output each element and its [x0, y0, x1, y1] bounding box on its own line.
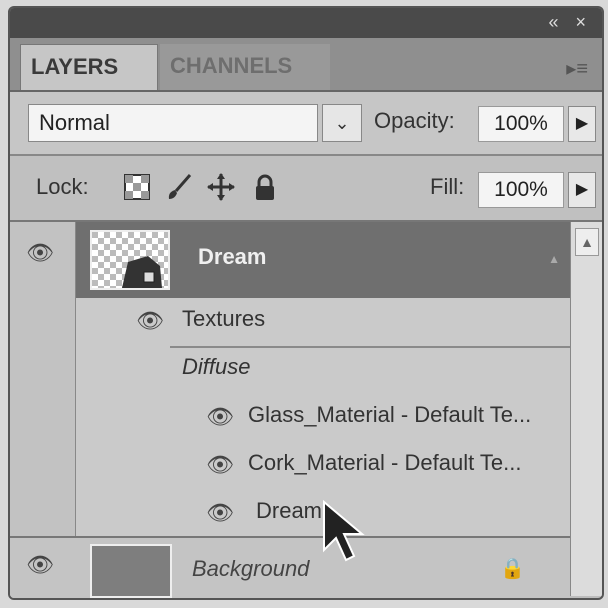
scrollbar[interactable]: ▲ — [570, 222, 602, 596]
eye-icon[interactable]: 👁 — [206, 452, 234, 478]
layer-thumbnail — [90, 544, 172, 598]
fill-arrow-button[interactable]: ▶ — [568, 172, 596, 208]
eye-icon[interactable]: 👁 — [206, 500, 234, 526]
lock-transparent-icon[interactable] — [122, 172, 152, 202]
opacity-arrow-button[interactable]: ▶ — [568, 106, 596, 142]
lock-icon: 🔒 — [500, 558, 525, 580]
eye-icon[interactable]: 👁 — [136, 308, 164, 334]
texture-item[interactable]: Dream — [256, 498, 322, 524]
scroll-up-icon[interactable]: ▲ — [575, 228, 599, 256]
cursor-icon — [323, 500, 365, 562]
tab-channels[interactable]: CHANNELS — [160, 44, 330, 90]
layer-row-background[interactable]: 👁 Background 🔒 — [10, 536, 570, 598]
layers-panel: « × LAYERS CHANNELS ▸≡ Normal ⌄ Opacity:… — [8, 6, 604, 600]
divider — [170, 346, 570, 348]
blend-mode-select[interactable]: Normal — [28, 104, 318, 142]
layer-thumbnail — [90, 230, 170, 290]
expand-icon[interactable]: ▲ — [548, 252, 560, 266]
lock-all-icon[interactable] — [250, 172, 280, 202]
layer-name-dream: Dream — [198, 244, 267, 269]
lock-label: Lock: — [36, 174, 89, 199]
eye-icon[interactable]: 👁 — [206, 404, 234, 430]
texture-item[interactable]: Glass_Material - Default Te... — [248, 402, 531, 428]
lock-brush-icon[interactable] — [164, 172, 194, 202]
opacity-field[interactable]: 100% — [478, 106, 564, 142]
lock-move-icon[interactable] — [206, 172, 236, 202]
collapse-icon[interactable]: « — [548, 12, 564, 32]
blend-row: Normal ⌄ Opacity: 100% ▶ — [10, 92, 602, 156]
visibility-column: 👁 — [10, 222, 76, 536]
chevron-down-icon[interactable]: ⌄ — [322, 104, 362, 142]
fill-label: Fill: — [430, 174, 465, 199]
lock-row: Lock: Fill: 100% ▶ — [10, 156, 602, 222]
diffuse-label: Diffuse — [182, 354, 251, 379]
opacity-label: Opacity: — [374, 108, 455, 133]
panel-titlebar: « × — [10, 8, 602, 38]
tabs-row: LAYERS CHANNELS ▸≡ — [10, 38, 602, 92]
close-icon[interactable]: × — [575, 12, 592, 32]
textures-label: Textures — [182, 306, 266, 331]
layers-list: 👁 Dream ▲ 👁 Textures Diffuse 👁 Glass_Mat… — [10, 222, 570, 598]
tab-layers[interactable]: LAYERS — [20, 44, 158, 90]
layer-row-dream[interactable]: Dream ▲ — [76, 222, 570, 298]
fill-field[interactable]: 100% — [478, 172, 564, 208]
panel-menu-icon[interactable]: ▸≡ — [566, 56, 588, 81]
layer-name-background: Background — [192, 556, 310, 581]
eye-icon[interactable]: 👁 — [26, 240, 54, 266]
eye-icon[interactable]: 👁 — [26, 552, 54, 578]
texture-item[interactable]: Cork_Material - Default Te... — [248, 450, 521, 476]
